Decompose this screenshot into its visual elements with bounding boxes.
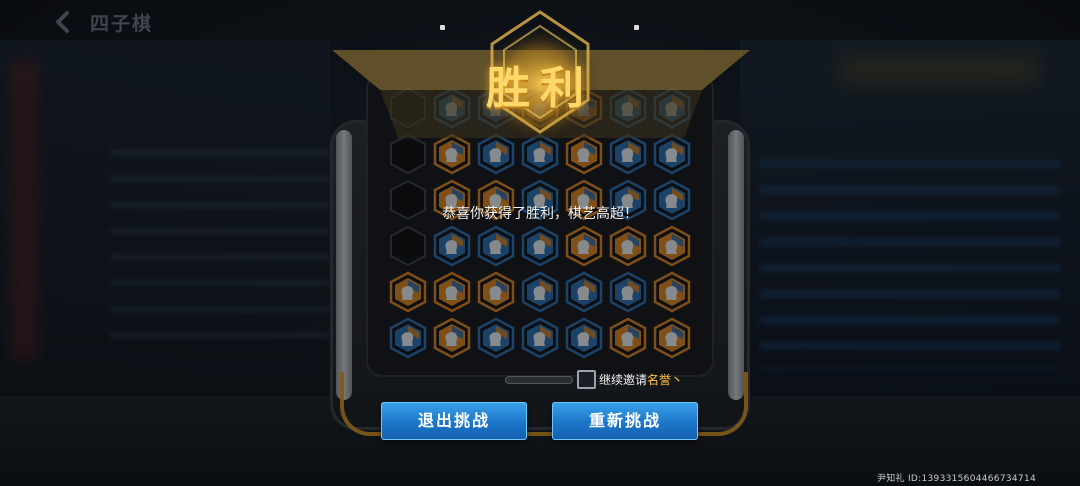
chevron-left-icon — [56, 11, 69, 33]
board-piece-orange — [564, 225, 604, 267]
exit-challenge-button[interactable]: 退出挑战 — [381, 402, 527, 440]
victory-title: 胜利 — [486, 63, 594, 114]
board-piece-orange — [652, 317, 692, 359]
board-piece-orange — [652, 225, 692, 267]
background-left-stands — [110, 150, 330, 350]
board-piece-blue — [476, 225, 516, 267]
board-rail-right — [728, 130, 744, 400]
board-piece-blue — [520, 271, 560, 313]
board-piece-orange — [432, 317, 472, 359]
invite-label-prefix: 继续邀请 — [599, 373, 648, 387]
victory-message: 恭喜你获得了胜利，棋艺高超！ — [442, 206, 638, 222]
board-piece-blue — [520, 225, 560, 267]
invite-again-label: 继续邀请名誉丶 — [599, 371, 683, 388]
board-piece-blue — [432, 225, 472, 267]
back-button[interactable] — [50, 8, 78, 36]
page-title: 四子棋 — [90, 13, 154, 35]
background-right-stands — [760, 160, 1060, 370]
decoration-dot — [440, 25, 445, 30]
board-piece-orange — [432, 271, 472, 313]
board-piece-blue — [564, 317, 604, 359]
board-piece-orange — [608, 317, 648, 359]
board-slot-empty — [388, 225, 428, 267]
board-piece-blue — [388, 317, 428, 359]
board-rail-left — [336, 130, 352, 400]
user-id-label: 尹知礼 ID:1393315604466734714 — [876, 474, 1036, 484]
board-handle — [505, 376, 573, 384]
board-piece-orange — [476, 271, 516, 313]
invite-opponent-name: 名誉丶 — [647, 373, 684, 387]
board-piece-blue — [608, 271, 648, 313]
board-piece-blue — [476, 317, 516, 359]
invite-again-checkbox[interactable] — [577, 370, 596, 389]
board-piece-orange — [388, 271, 428, 313]
decoration-dot — [634, 25, 639, 30]
board-piece-orange — [652, 271, 692, 313]
background-left-light — [10, 60, 38, 360]
board-piece-blue — [520, 317, 560, 359]
retry-challenge-button[interactable]: 重新挑战 — [552, 402, 698, 440]
background-right-glow — [840, 55, 1040, 85]
board-piece-orange — [608, 225, 648, 267]
board-piece-blue — [564, 271, 604, 313]
